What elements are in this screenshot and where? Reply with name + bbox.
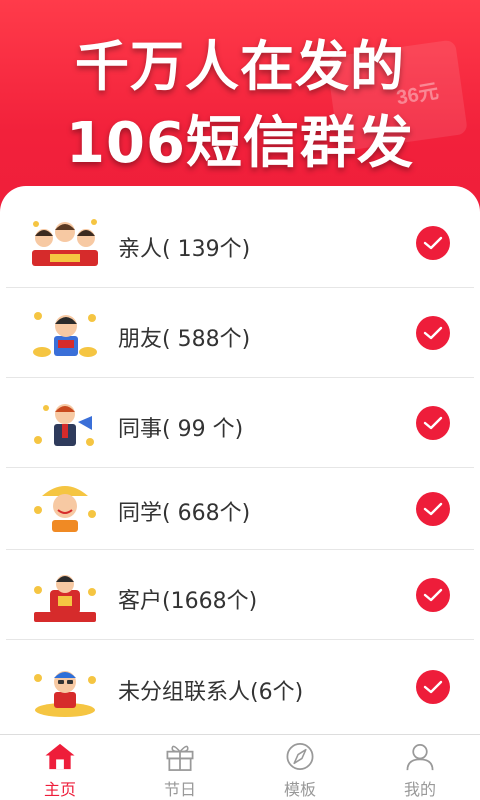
group-label: 同事( 99 个) (118, 417, 244, 442)
family-illustration-icon (32, 219, 98, 266)
check-icon[interactable] (416, 670, 450, 704)
classmate-illustration-icon (34, 486, 96, 532)
tab-label: 节日 (163, 780, 196, 799)
tab-label: 主页 (43, 780, 76, 799)
tab-home[interactable]: 主页 (0, 735, 120, 800)
tab-festival[interactable]: 节日 (120, 735, 240, 800)
tab-label: 模板 (283, 780, 316, 799)
friend-illustration-icon (33, 312, 97, 357)
group-row-friends[interactable]: 朋友( 588个) (0, 288, 480, 378)
colleague-illustration-icon (34, 404, 94, 446)
group-row-customers[interactable]: 客户(1668个) (0, 550, 480, 640)
group-row-ungrouped[interactable]: 未分组联系人(6个) (0, 640, 480, 734)
check-icon[interactable] (416, 578, 450, 612)
tab-label: 我的 (403, 780, 436, 799)
home-icon (45, 743, 75, 770)
banner-headline-line1: 千万人在发的 (75, 35, 405, 98)
tab-templates[interactable]: 模板 (240, 735, 360, 800)
bottom-tab-bar: 主页 节日 模板 我的 (0, 734, 480, 800)
group-row-classmates[interactable]: 同学( 668个) (0, 468, 480, 550)
group-label: 同学( 668个) (118, 501, 251, 526)
group-label: 客户(1668个) (118, 589, 258, 614)
group-label: 朋友( 588个) (118, 327, 251, 352)
customer-illustration-icon (34, 575, 96, 622)
compass-icon (286, 743, 314, 770)
banner-headline-line2: 106短信群发 (66, 111, 414, 176)
check-icon[interactable] (416, 316, 450, 350)
group-label: 未分组联系人(6个) (118, 680, 304, 705)
check-icon[interactable] (416, 406, 450, 440)
contact-group-list: 亲人( 139个) 朋友( 588个) 同事( 99 个) 同学(668个) … (0, 186, 480, 734)
group-row-colleagues[interactable]: 同事( 99 个) (0, 378, 480, 468)
group-label: 亲人( 139个) (118, 237, 251, 262)
check-icon[interactable] (416, 492, 450, 526)
tab-profile[interactable]: 我的 (360, 735, 480, 800)
user-icon (406, 744, 434, 771)
gift-icon (166, 745, 194, 771)
ungrouped-illustration-icon (34, 671, 96, 717)
group-row-family[interactable]: 亲人( 139个) (0, 198, 480, 288)
check-icon[interactable] (416, 226, 450, 260)
